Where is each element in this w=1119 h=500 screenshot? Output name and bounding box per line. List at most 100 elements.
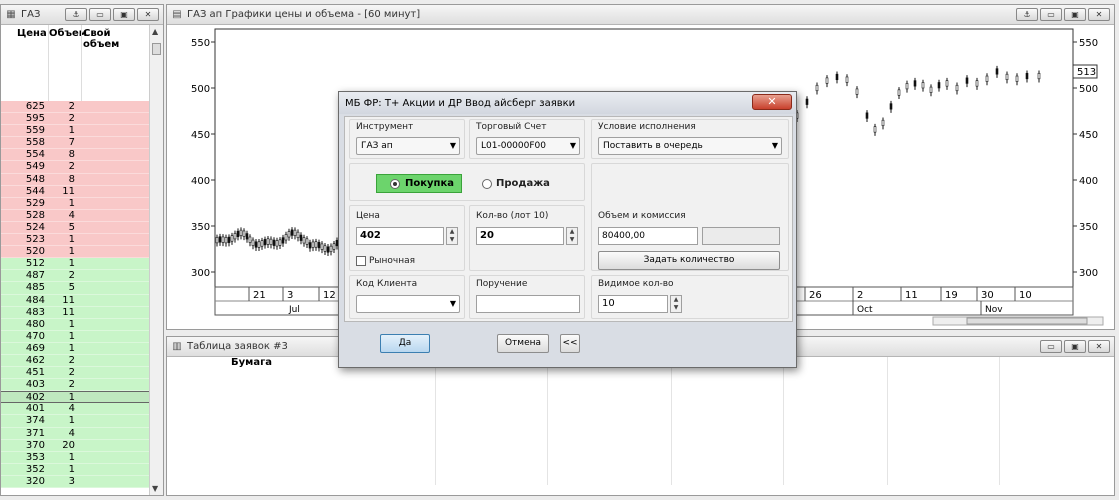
cancel-button[interactable]: Отмена bbox=[497, 334, 549, 353]
x-month-label: Jul bbox=[288, 305, 300, 315]
row-volume: 1 bbox=[68, 234, 75, 246]
order-book-row[interactable]: 524 5 bbox=[1, 221, 149, 235]
order-book-row[interactable]: 520 1 bbox=[1, 246, 149, 259]
y-tick-label: 450 bbox=[1079, 130, 1098, 141]
order-book-scrollbar[interactable]: ▲ ▼ bbox=[149, 25, 163, 495]
close-button[interactable]: ✕ bbox=[137, 8, 159, 21]
visible-quantity-stepper[interactable]: ▲ ▼ bbox=[670, 295, 682, 313]
order-book-row[interactable]: 549 2 bbox=[1, 161, 149, 174]
order-book-row[interactable]: 451 2 bbox=[1, 367, 149, 380]
quantity-input[interactable]: 20 bbox=[476, 227, 564, 245]
close-button[interactable]: ✕ bbox=[1088, 8, 1110, 21]
collapse-button[interactable]: << bbox=[560, 334, 580, 353]
volume-label: Объем и комиссия bbox=[598, 211, 686, 221]
row-volume: 2 bbox=[68, 161, 75, 173]
row-price: 480 bbox=[25, 318, 45, 330]
minimize-button[interactable]: ▭ bbox=[1040, 340, 1062, 353]
ok-button[interactable]: Да bbox=[380, 334, 430, 353]
instrument-select[interactable]: ГАЗ ап ▼ bbox=[356, 137, 460, 155]
candle-body bbox=[975, 80, 979, 87]
pin-icon[interactable]: ⚓ bbox=[65, 8, 87, 21]
order-book-row[interactable]: 470 1 bbox=[1, 330, 149, 343]
candle-body bbox=[278, 239, 282, 246]
order-book-row[interactable]: 528 4 bbox=[1, 209, 149, 222]
row-own-volume bbox=[79, 246, 149, 257]
order-book-row[interactable]: 353 1 bbox=[1, 451, 149, 464]
scroll-up-icon[interactable]: ▲ bbox=[152, 27, 158, 36]
order-book-row[interactable]: 529 1 bbox=[1, 197, 149, 210]
order-book-row[interactable]: 462 2 bbox=[1, 354, 149, 368]
order-book-row[interactable]: 548 8 bbox=[1, 173, 149, 186]
order-book-row[interactable]: 483 11 bbox=[1, 306, 149, 319]
maximize-button[interactable]: ▣ bbox=[113, 8, 135, 21]
order-book-row[interactable]: 485 5 bbox=[1, 282, 149, 295]
order-book-row[interactable]: 595 2 bbox=[1, 113, 149, 126]
pin-icon[interactable]: ⚓ bbox=[1016, 8, 1038, 21]
price-stepper[interactable]: ▲ ▼ bbox=[446, 227, 458, 245]
order-book-row[interactable]: 484 11 bbox=[1, 294, 149, 307]
order-book-row[interactable]: 401 4 bbox=[1, 403, 149, 416]
assignment-input[interactable] bbox=[476, 295, 580, 313]
row-volume: 8 bbox=[68, 149, 75, 161]
visible-quantity-input[interactable]: 10 bbox=[598, 295, 668, 313]
client-code-select[interactable]: ▼ bbox=[356, 295, 460, 313]
scroll-down-icon[interactable]: ▼ bbox=[152, 484, 158, 493]
candle-body bbox=[296, 231, 300, 239]
buy-radio[interactable] bbox=[390, 179, 400, 189]
row-own-volume bbox=[79, 331, 149, 342]
order-book-row[interactable]: 402 1 bbox=[1, 391, 149, 404]
market-checkbox[interactable] bbox=[356, 256, 366, 266]
condition-label: Условие исполнения bbox=[598, 122, 696, 132]
row-volume: 1 bbox=[68, 125, 75, 137]
condition-select[interactable]: Поставить в очередь ▼ bbox=[598, 137, 782, 155]
buy-option[interactable]: Покупка bbox=[376, 174, 462, 193]
order-book-row[interactable]: 480 1 bbox=[1, 318, 149, 331]
dialog-titlebar[interactable]: МБ ФР: Т+ Акции и ДР Ввод айсберг заявки bbox=[339, 92, 796, 114]
candle-body bbox=[257, 241, 261, 248]
row-own-volume bbox=[79, 476, 149, 487]
price-input[interactable]: 402 bbox=[356, 227, 444, 245]
order-book-row[interactable]: 559 1 bbox=[1, 125, 149, 138]
quantity-stepper[interactable]: ▲ ▼ bbox=[566, 227, 578, 245]
x-tick-label: 21 bbox=[253, 290, 266, 301]
row-own-volume bbox=[79, 464, 149, 475]
account-select[interactable]: L01-00000F00 ▼ bbox=[476, 137, 580, 155]
column-security[interactable]: Бумага bbox=[231, 357, 272, 368]
candle-body bbox=[965, 77, 969, 84]
order-book-row[interactable]: 469 1 bbox=[1, 342, 149, 355]
row-volume: 11 bbox=[62, 306, 75, 318]
set-quantity-button[interactable]: Задать количество bbox=[598, 251, 780, 270]
close-button[interactable]: ✕ bbox=[1088, 340, 1110, 353]
sell-radio[interactable] bbox=[482, 179, 492, 189]
order-book-row[interactable]: 352 1 bbox=[1, 463, 149, 476]
order-book-row[interactable]: 371 4 bbox=[1, 427, 149, 440]
minimize-button[interactable]: ▭ bbox=[89, 8, 111, 21]
order-book-titlebar[interactable]: ▦ ГАЗ ⚓ ▭ ▣ ✕ bbox=[1, 5, 163, 25]
order-book-row[interactable]: 403 2 bbox=[1, 379, 149, 392]
candle-body bbox=[260, 240, 264, 247]
row-own-volume bbox=[79, 403, 149, 414]
chart-titlebar[interactable]: ▤ ГАЗ ап Графики цены и объема - [60 мин… bbox=[167, 5, 1114, 25]
scroll-thumb[interactable] bbox=[152, 43, 161, 55]
order-book-row[interactable]: 512 1 bbox=[1, 258, 149, 271]
sell-label[interactable]: Продажа bbox=[496, 178, 550, 189]
condition-group: Условие исполнения Поставить в очередь ▼ bbox=[591, 119, 789, 159]
maximize-button[interactable]: ▣ bbox=[1064, 8, 1086, 21]
chart-icon: ▤ bbox=[172, 8, 182, 20]
order-book-row[interactable]: 554 8 bbox=[1, 149, 149, 162]
row-own-volume bbox=[79, 307, 149, 318]
dialog-close-button[interactable]: ✕ bbox=[752, 94, 792, 110]
order-book-row[interactable]: 374 1 bbox=[1, 415, 149, 428]
order-book-row[interactable]: 558 7 bbox=[1, 137, 149, 150]
order-book-row[interactable]: 370 20 bbox=[1, 439, 149, 452]
order-book-row[interactable]: 523 1 bbox=[1, 234, 149, 247]
maximize-button[interactable]: ▣ bbox=[1064, 340, 1086, 353]
x-month-label: Nov bbox=[985, 305, 1003, 315]
order-book-row[interactable]: 487 2 bbox=[1, 270, 149, 283]
order-book-row[interactable]: 544 11 bbox=[1, 185, 149, 198]
row-volume: 1 bbox=[68, 246, 75, 258]
minimize-button[interactable]: ▭ bbox=[1040, 8, 1062, 21]
order-book-row[interactable]: 320 3 bbox=[1, 475, 149, 488]
row-price: 595 bbox=[25, 113, 45, 125]
order-book-row[interactable]: 625 2 bbox=[1, 101, 149, 114]
